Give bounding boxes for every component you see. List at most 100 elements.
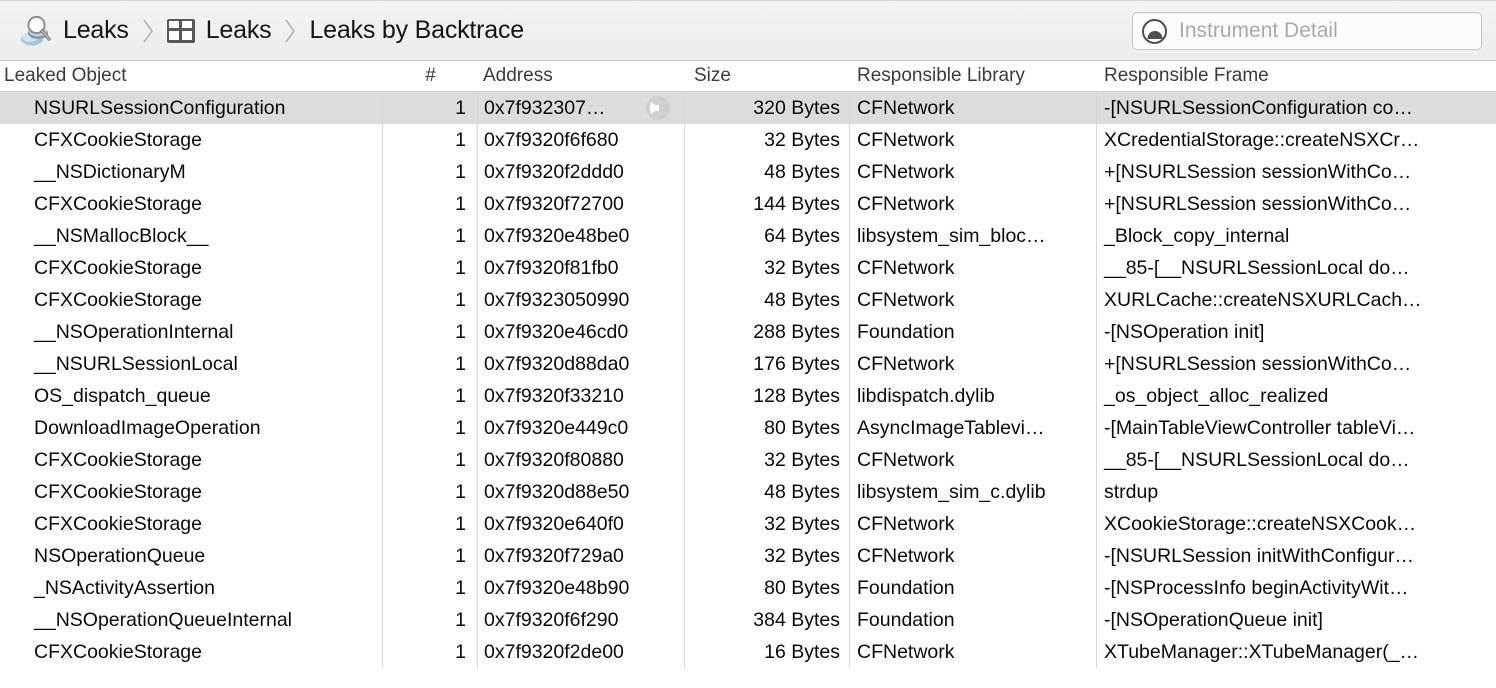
- table-row[interactable]: CFXCookieStorage 1 0x7f9320f2de00 16 Bytes C…: [0, 636, 1496, 668]
- cell-leaked-object: CFXCookieStorage: [0, 124, 383, 156]
- cell-count: 1: [383, 252, 478, 284]
- cell-size: 32 Bytes: [685, 508, 850, 540]
- cell-responsible-library: AsyncImageTablevi…: [850, 412, 1097, 444]
- breadcrumb-instrument-label: Leaks: [63, 16, 129, 44]
- cell-responsible-frame: -[NSURLSessionConfiguration co…: [1104, 97, 1413, 119]
- cell-leaked-object: CFXCookieStorage: [0, 476, 383, 508]
- cell-count: 1: [383, 124, 478, 156]
- table-row[interactable]: __NSURLSessionLocal 1 0x7f9320d88da0 176 By…: [0, 348, 1496, 380]
- breadcrumb-detail[interactable]: Leaks by Backtrace: [305, 1, 528, 60]
- table-row[interactable]: _NSActivityAssertion 1 0x7f9320e48b90 80 By…: [0, 572, 1496, 604]
- cell-responsible-library: CFNetwork: [850, 92, 1097, 124]
- cell-address: 0x7f9320f33210: [478, 380, 685, 412]
- cell-count: 1: [383, 572, 478, 604]
- cell-size: 320 Bytes: [685, 92, 850, 124]
- column-header-address[interactable]: Address: [478, 60, 685, 92]
- cell-size: 288 Bytes: [685, 316, 850, 348]
- cell-responsible-frame: -[MainTableViewController tableVi…: [1104, 417, 1416, 439]
- cell-leaked-object: OS_dispatch_queue: [0, 380, 383, 412]
- cell-responsible-frame: XURLCache::createNSXURLCach…: [1104, 289, 1422, 311]
- table-row[interactable]: NSOperationQueue 1 0x7f9320f729a0 32 Bytes C…: [0, 540, 1496, 572]
- detail-disclosure-arrow-icon[interactable]: [646, 96, 670, 120]
- table-row[interactable]: __NSOperationInternal 1 0x7f9320e46cd0 288 …: [0, 316, 1496, 348]
- table-row[interactable]: CFXCookieStorage 1 0x7f9323050990 48 Bytes C…: [0, 284, 1496, 316]
- table-row[interactable]: __NSMallocBlock__ 1 0x7f9320e48be0 64 Bytes…: [0, 220, 1496, 252]
- cell-size: 48 Bytes: [685, 284, 850, 316]
- table-row[interactable]: CFXCookieStorage 1 0x7f9320f72700 144 Bytes…: [0, 188, 1496, 220]
- cell-count: 1: [383, 92, 478, 124]
- grid-table-icon: [166, 18, 195, 43]
- cell-address: 0x7f9320e48be0: [478, 220, 685, 252]
- cell-size: 32 Bytes: [685, 124, 850, 156]
- cell-responsible-library: Foundation: [850, 316, 1097, 348]
- cell-leaked-object: __NSURLSessionLocal: [0, 348, 383, 380]
- cell-responsible-library: Foundation: [850, 572, 1097, 604]
- cell-leaked-object: __NSDictionaryM: [0, 156, 383, 188]
- cell-leaked-object: __NSOperationInternal: [0, 316, 383, 348]
- cell-count: 1: [383, 540, 478, 572]
- cell-responsible-frame: _os_object_alloc_realized: [1104, 385, 1329, 407]
- table-row[interactable]: CFXCookieStorage 1 0x7f9320f80880 32 Bytes C…: [0, 444, 1496, 476]
- cell-size: 48 Bytes: [685, 476, 850, 508]
- cell-responsible-library: libsystem_sim_c.dylib: [850, 476, 1097, 508]
- cell-responsible-frame: __85-[__NSURLSessionLocal do…: [1104, 257, 1410, 279]
- cell-responsible-library: Foundation: [850, 604, 1097, 636]
- cell-leaked-object: CFXCookieStorage: [0, 188, 383, 220]
- cell-responsible-frame: -[NSOperationQueue init]: [1104, 609, 1323, 631]
- cell-address: 0x7f9323050990: [478, 284, 685, 316]
- cell-address: 0x7f9320d88da0: [478, 348, 685, 380]
- grid-cell: [181, 30, 193, 40]
- cell-leaked-object: NSOperationQueue: [0, 540, 383, 572]
- cell-address: 0x7f9320f80880: [478, 444, 685, 476]
- breadcrumb-view-label: Leaks: [205, 16, 272, 44]
- cell-leaked-object: _NSActivityAssertion: [0, 572, 383, 604]
- cell-count: 1: [383, 348, 478, 380]
- cell-responsible-library: CFNetwork: [850, 540, 1097, 572]
- cell-address: 0x7f9320f72700: [478, 188, 685, 220]
- chevron-right-icon: [135, 11, 161, 51]
- cell-address: 0x7f932307…: [478, 92, 685, 124]
- cell-size: 80 Bytes: [685, 572, 850, 604]
- table-row[interactable]: NSURLSessionConfiguration 1 0x7f932307… 320…: [0, 92, 1496, 124]
- breadcrumb-instrument[interactable]: Leaks: [14, 1, 133, 60]
- table-row[interactable]: CFXCookieStorage 1 0x7f9320f81fb0 32 Bytes C…: [0, 252, 1496, 284]
- column-header-count[interactable]: #: [383, 60, 478, 92]
- cell-leaked-object: __NSMallocBlock__: [0, 220, 383, 252]
- search-field[interactable]: Instrument Detail: [1132, 12, 1482, 50]
- instrument-detail-search[interactable]: Instrument Detail: [1132, 12, 1482, 50]
- cell-leaked-object: CFXCookieStorage: [0, 636, 383, 668]
- cell-count: 1: [383, 636, 478, 668]
- table-row[interactable]: CFXCookieStorage 1 0x7f9320d88e50 48 Bytes l…: [0, 476, 1496, 508]
- cell-count: 1: [383, 220, 478, 252]
- table-row[interactable]: __NSOperationQueueInternal 1 0x7f9320f6f29…: [0, 604, 1496, 636]
- table-row[interactable]: DownloadImageOperation 1 0x7f9320e449c0 80 …: [0, 412, 1496, 444]
- cell-count: 1: [383, 188, 478, 220]
- cell-address: 0x7f9320e48b90: [478, 572, 685, 604]
- instruments-jump-bar: Leaks Leaks Leaks by Backtrace Instrumen…: [0, 0, 1496, 61]
- table-row[interactable]: OS_dispatch_queue 1 0x7f9320f33210 128 Byte…: [0, 380, 1496, 412]
- cell-responsible-library: libdispatch.dylib: [850, 380, 1097, 412]
- table-row[interactable]: CFXCookieStorage 1 0x7f9320f6f680 32 Bytes C…: [0, 124, 1496, 156]
- cell-leaked-object: __NSOperationQueueInternal: [0, 604, 383, 636]
- cell-count: 1: [383, 604, 478, 636]
- cell-address: 0x7f9320d88e50: [478, 476, 685, 508]
- column-header-leaked-object[interactable]: Leaked Object: [0, 60, 383, 92]
- table-header-row: Leaked Object # Address Size Responsible…: [0, 61, 1496, 92]
- column-header-responsible-frame[interactable]: Responsible Frame: [1097, 60, 1496, 92]
- grid-cell: [169, 21, 180, 28]
- table-row[interactable]: __NSDictionaryM 1 0x7f9320f2ddd0 48 Bytes CF…: [0, 156, 1496, 188]
- cell-address: 0x7f9320e449c0: [478, 412, 685, 444]
- cell-count: 1: [383, 412, 478, 444]
- cell-size: 144 Bytes: [685, 188, 850, 220]
- table-body: NSURLSessionConfiguration 1 0x7f932307… 320…: [0, 92, 1496, 668]
- cell-count: 1: [383, 284, 478, 316]
- table-row[interactable]: CFXCookieStorage 1 0x7f9320e640f0 32 Bytes C…: [0, 508, 1496, 540]
- column-header-size[interactable]: Size: [685, 60, 850, 92]
- cell-responsible-library: CFNetwork: [850, 284, 1097, 316]
- cell-size: 32 Bytes: [685, 540, 850, 572]
- breadcrumb-view[interactable]: Leaks: [163, 1, 276, 60]
- cell-leaked-object: CFXCookieStorage: [0, 508, 383, 540]
- column-header-responsible-library[interactable]: Responsible Library: [850, 60, 1097, 92]
- cell-responsible-library: CFNetwork: [850, 188, 1097, 220]
- cell-size: 384 Bytes: [685, 604, 850, 636]
